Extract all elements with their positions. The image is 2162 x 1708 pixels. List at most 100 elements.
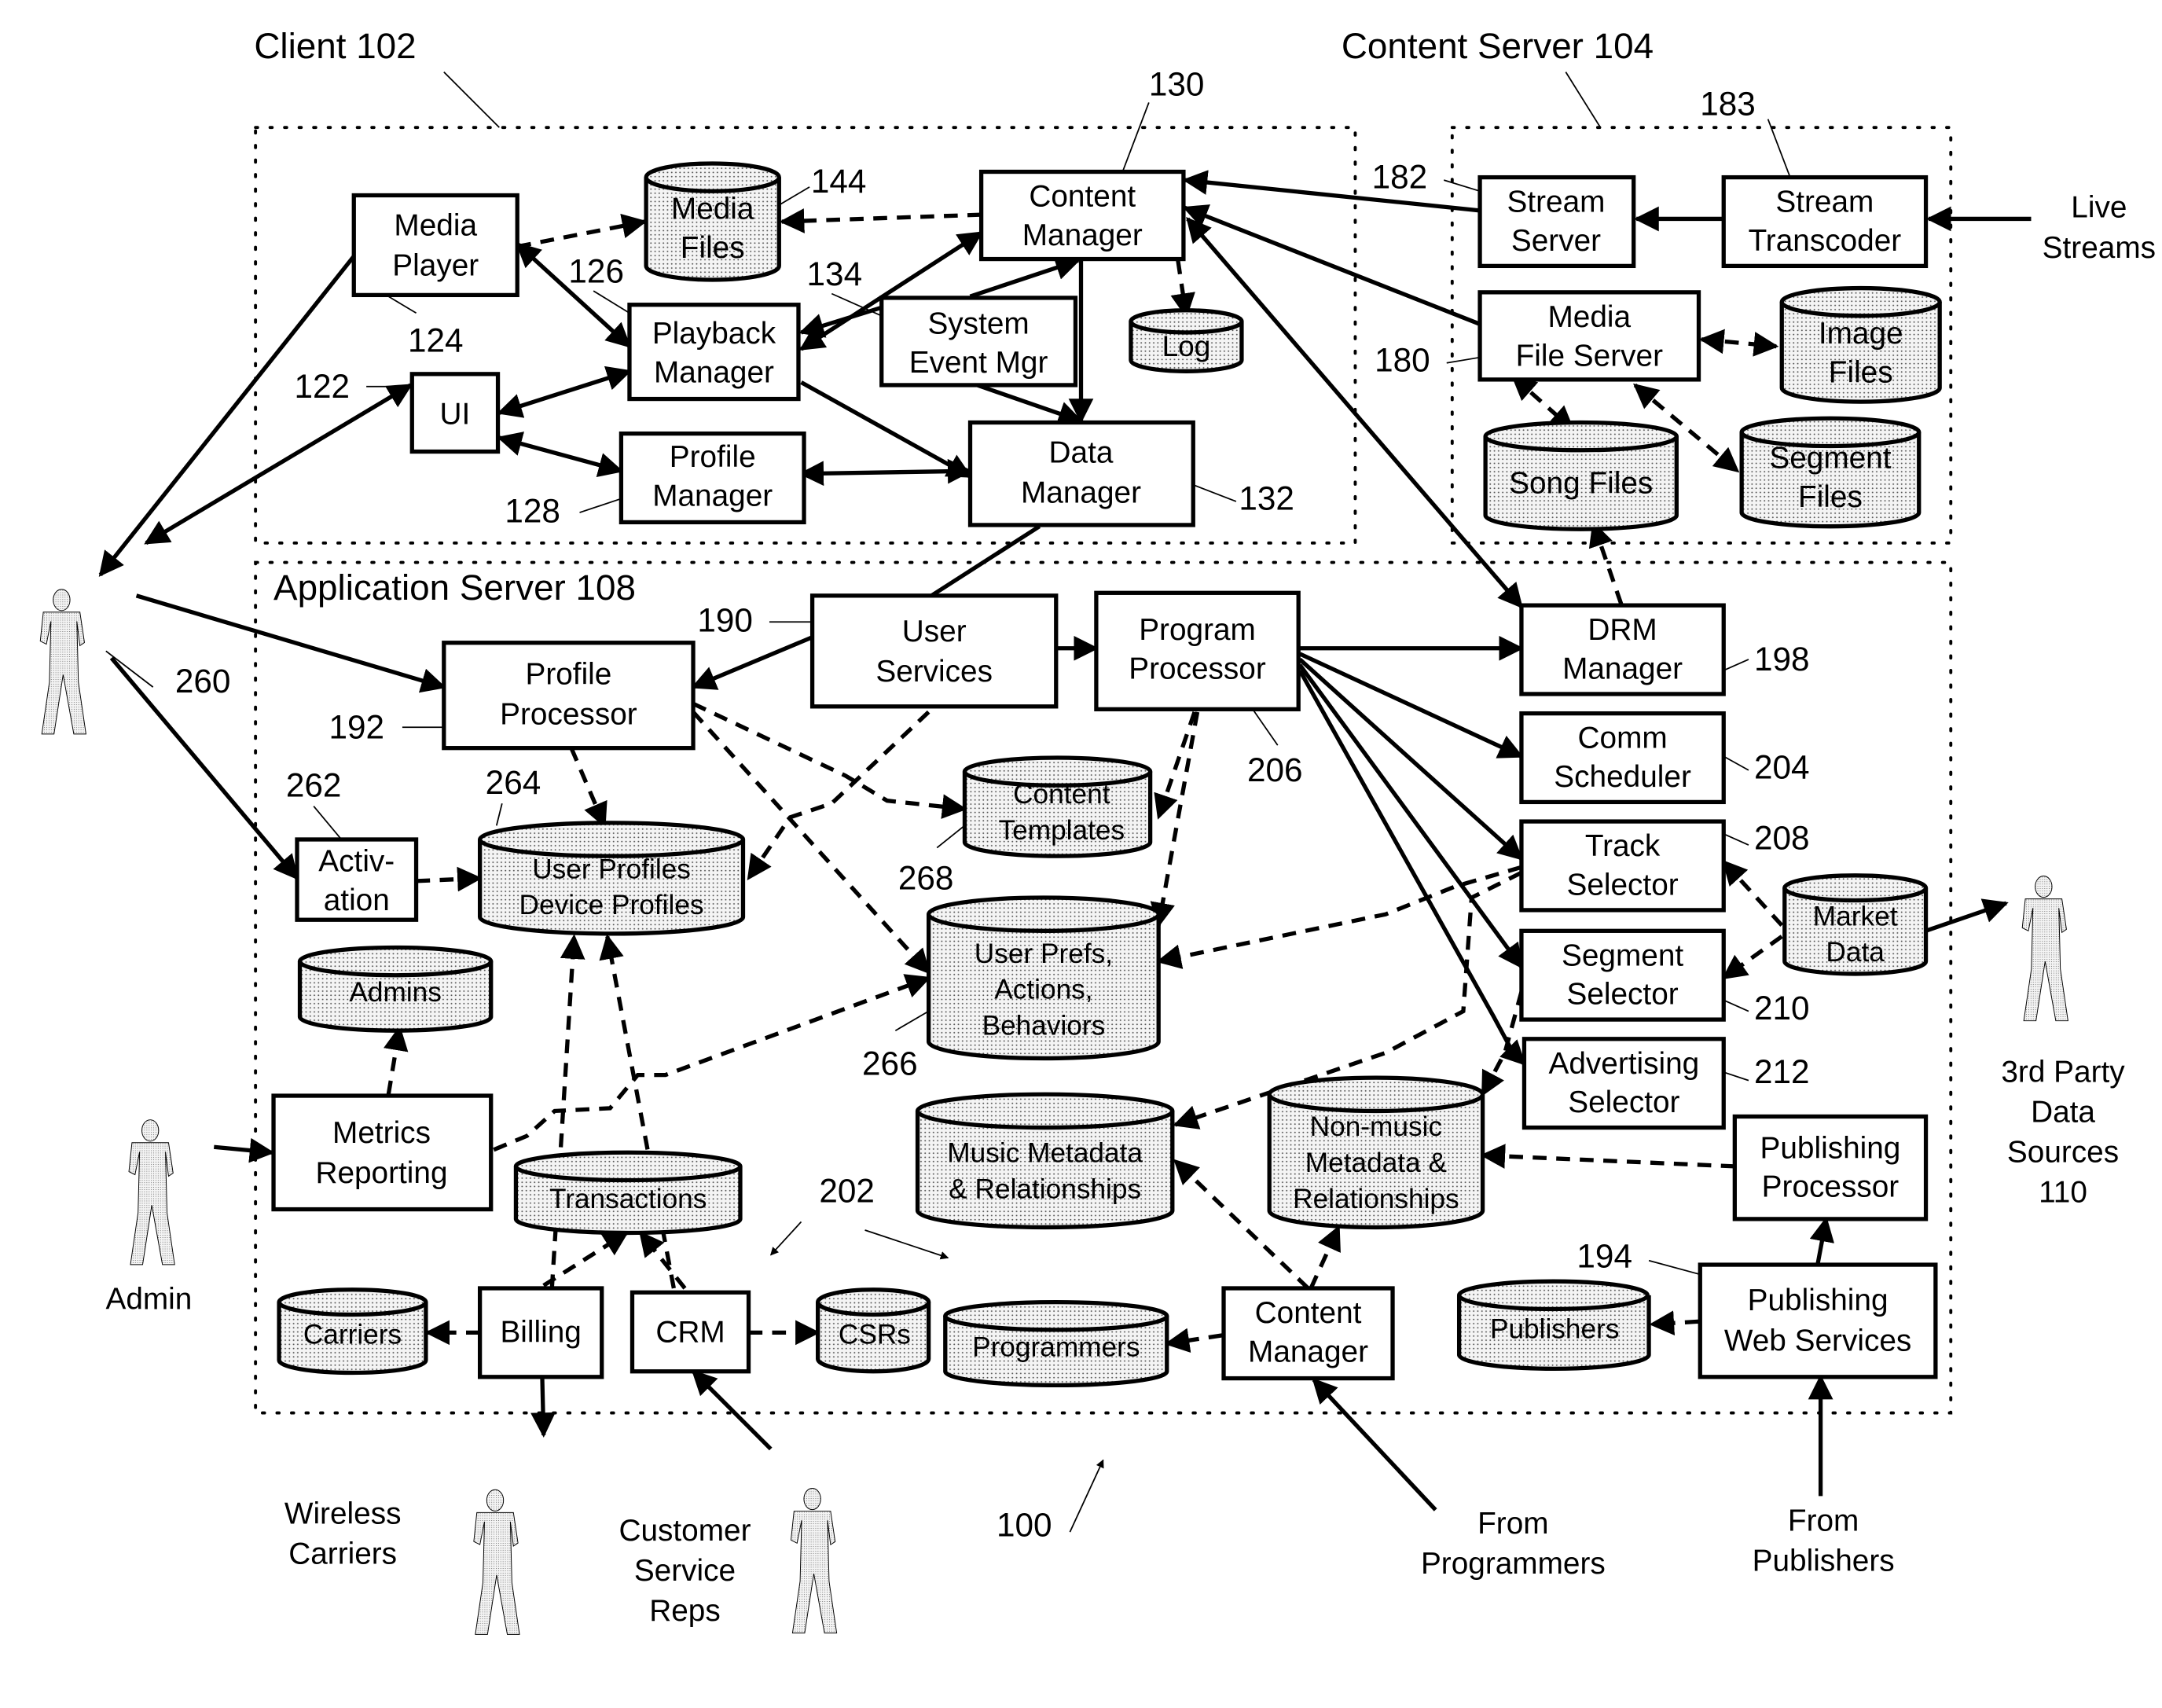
svg-text:Segment: Segment [1562,938,1683,972]
data-manager-box[interactable]: Data Manager [967,420,1195,527]
segment-selector-box[interactable]: Segment Selector [1519,928,1726,1022]
svg-text:User Profiles: User Profiles [532,854,691,884]
svg-text:Track: Track [1585,829,1661,863]
svg-text:Files: Files [1829,355,1893,389]
comm-scheduler-box[interactable]: Comm Scheduler [1519,711,1726,805]
playback-manager-box[interactable]: Playback Manager [627,303,801,402]
arrow-crm-userprofiles [599,934,676,1289]
svg-text:System: System [927,307,1029,341]
svg-text:Templates: Templates [999,815,1125,846]
system-event-mgr-box[interactable]: System Event Mgr [879,296,1078,388]
carriers-db[interactable]: Carriers [277,1287,428,1376]
svg-text:Processor: Processor [500,698,637,732]
metrics-reporting-box[interactable]: Metrics Reporting [271,1093,494,1212]
svg-text:Content: Content [1013,779,1110,810]
csrs-db[interactable]: CSRs [816,1287,931,1374]
user-services-box[interactable]: User Services [809,593,1059,709]
user-profiles-db[interactable]: User Profiles Device Profiles [477,821,746,936]
arrow-cm2-nonmusic [1309,1225,1341,1290]
svg-text:File Server: File Server [1516,339,1664,373]
music-metadata-db[interactable]: Music Metadata & Relationships [915,1092,1175,1230]
svg-text:User Prefs,: User Prefs, [975,938,1113,969]
market-data-db[interactable]: Market Data [1782,873,1929,976]
admin-actor[interactable] [128,1119,175,1265]
arrow-playback-datamgr [800,380,973,479]
segment-files-db[interactable]: Segment Files [1739,416,1922,529]
svg-text:Selector: Selector [1568,1085,1679,1119]
svg-text:CSRs: CSRs [839,1319,911,1350]
svg-text:Metrics: Metrics [332,1116,431,1150]
publishers-db[interactable]: Publishers [1456,1279,1651,1371]
arrow-userservices-profileproc [691,635,813,690]
from-programmers-label-1: From [1477,1507,1548,1541]
svg-text:Services: Services [875,655,993,689]
svg-text:Publishing: Publishing [1760,1131,1901,1165]
arrow-drm-contentmgr [1186,217,1524,609]
live-streams-label-2: Streams [2043,231,2156,265]
ref-202-pointer-1 [770,1221,802,1256]
ref-132: 132 [1239,480,1294,517]
image-files-db[interactable]: Image Files [1779,285,1942,404]
nonmusic-metadata-db[interactable]: Non-music Metadata & Relationships [1267,1075,1485,1230]
arrow-program-userprefs [1150,711,1200,928]
arrow-admin-metrics [214,1137,275,1163]
ref-206: 206 [1247,751,1303,788]
content-templates-db[interactable]: Content Templates [962,755,1153,858]
advertising-selector-box[interactable]: Advertising Selector [1521,1037,1726,1130]
svg-text:Billing: Billing [500,1316,581,1350]
log-db[interactable]: Log [1129,308,1244,373]
user-prefs-db[interactable]: User Prefs, Actions, Behaviors [926,895,1161,1061]
content-manager-appserver-box[interactable]: Content Manager [1221,1286,1395,1381]
ref-134: 134 [807,255,863,292]
svg-text:Metadata &: Metadata & [1305,1148,1447,1178]
user-actor [39,589,86,735]
arrow-sysevent-datamgr [976,383,1084,426]
transactions-db[interactable]: Transactions [513,1150,743,1236]
track-selector-box[interactable]: Track Selector [1519,819,1726,913]
ref-268: 268 [898,859,954,896]
admins-db[interactable]: Admins [297,945,494,1033]
wireless-carriers-actor[interactable] [473,1489,520,1635]
svg-text:Web Services: Web Services [1724,1324,1911,1357]
ref-194: 194 [1577,1238,1632,1275]
svg-text:Manager: Manager [1562,652,1683,686]
activation-box[interactable]: Activ- ation [295,837,419,922]
program-processor-box[interactable]: Program Processor [1094,590,1301,711]
ui-box[interactable]: UI [409,372,501,454]
publishing-processor-box[interactable]: Publishing Processor [1732,1114,1929,1221]
billing-box[interactable]: Billing [477,1286,604,1379]
content-manager-client-box[interactable]: Content Manager [978,169,1186,262]
ref-122: 122 [294,368,350,405]
ref-198: 198 [1754,641,1810,678]
programmers-db[interactable]: Programmers [943,1299,1169,1388]
media-file-server-box[interactable]: Media File Server [1477,290,1701,382]
crm-box[interactable]: CRM [630,1290,751,1374]
svg-text:Segment: Segment [1769,442,1891,476]
stream-transcoder-box[interactable]: Stream Transcoder [1721,174,1929,269]
profile-manager-box[interactable]: Profile Manager [619,431,806,525]
svg-text:ation: ation [324,883,390,917]
arrow-csr-crm [691,1369,773,1451]
media-player-box[interactable]: Media Player [351,193,519,298]
svg-text:Stream: Stream [1775,185,1874,219]
song-files-db[interactable]: Song Files [1483,420,1679,531]
svg-text:Media: Media [394,209,477,243]
arrow-program-comm [1298,652,1524,758]
arrow-mediaplayer-user [98,255,356,577]
profile-processor-box[interactable]: Profile Processor [442,641,696,751]
ref-264: 264 [486,764,541,801]
publishing-web-services-box[interactable]: Publishing Web Services [1698,1262,1938,1379]
svg-text:Data: Data [1049,436,1114,470]
application-server-region-label: Application Server 108 [273,567,636,608]
arrow-contentmgr-log [1170,259,1195,318]
svg-text:Files: Files [681,231,745,265]
arrow-market-track [1722,859,1784,927]
third-party-actor[interactable] [2021,876,2068,1022]
drm-manager-box[interactable]: DRM Manager [1519,603,1726,696]
stream-server-box[interactable]: Stream Server [1477,174,1636,269]
third-party-label-1: 3rd Party [2001,1055,2125,1089]
svg-text:Transactions: Transactions [549,1184,707,1214]
arrow-sysevent-playback [798,305,883,338]
csr-actor[interactable] [790,1488,838,1634]
media-files-db[interactable]: Media Files [644,161,781,282]
